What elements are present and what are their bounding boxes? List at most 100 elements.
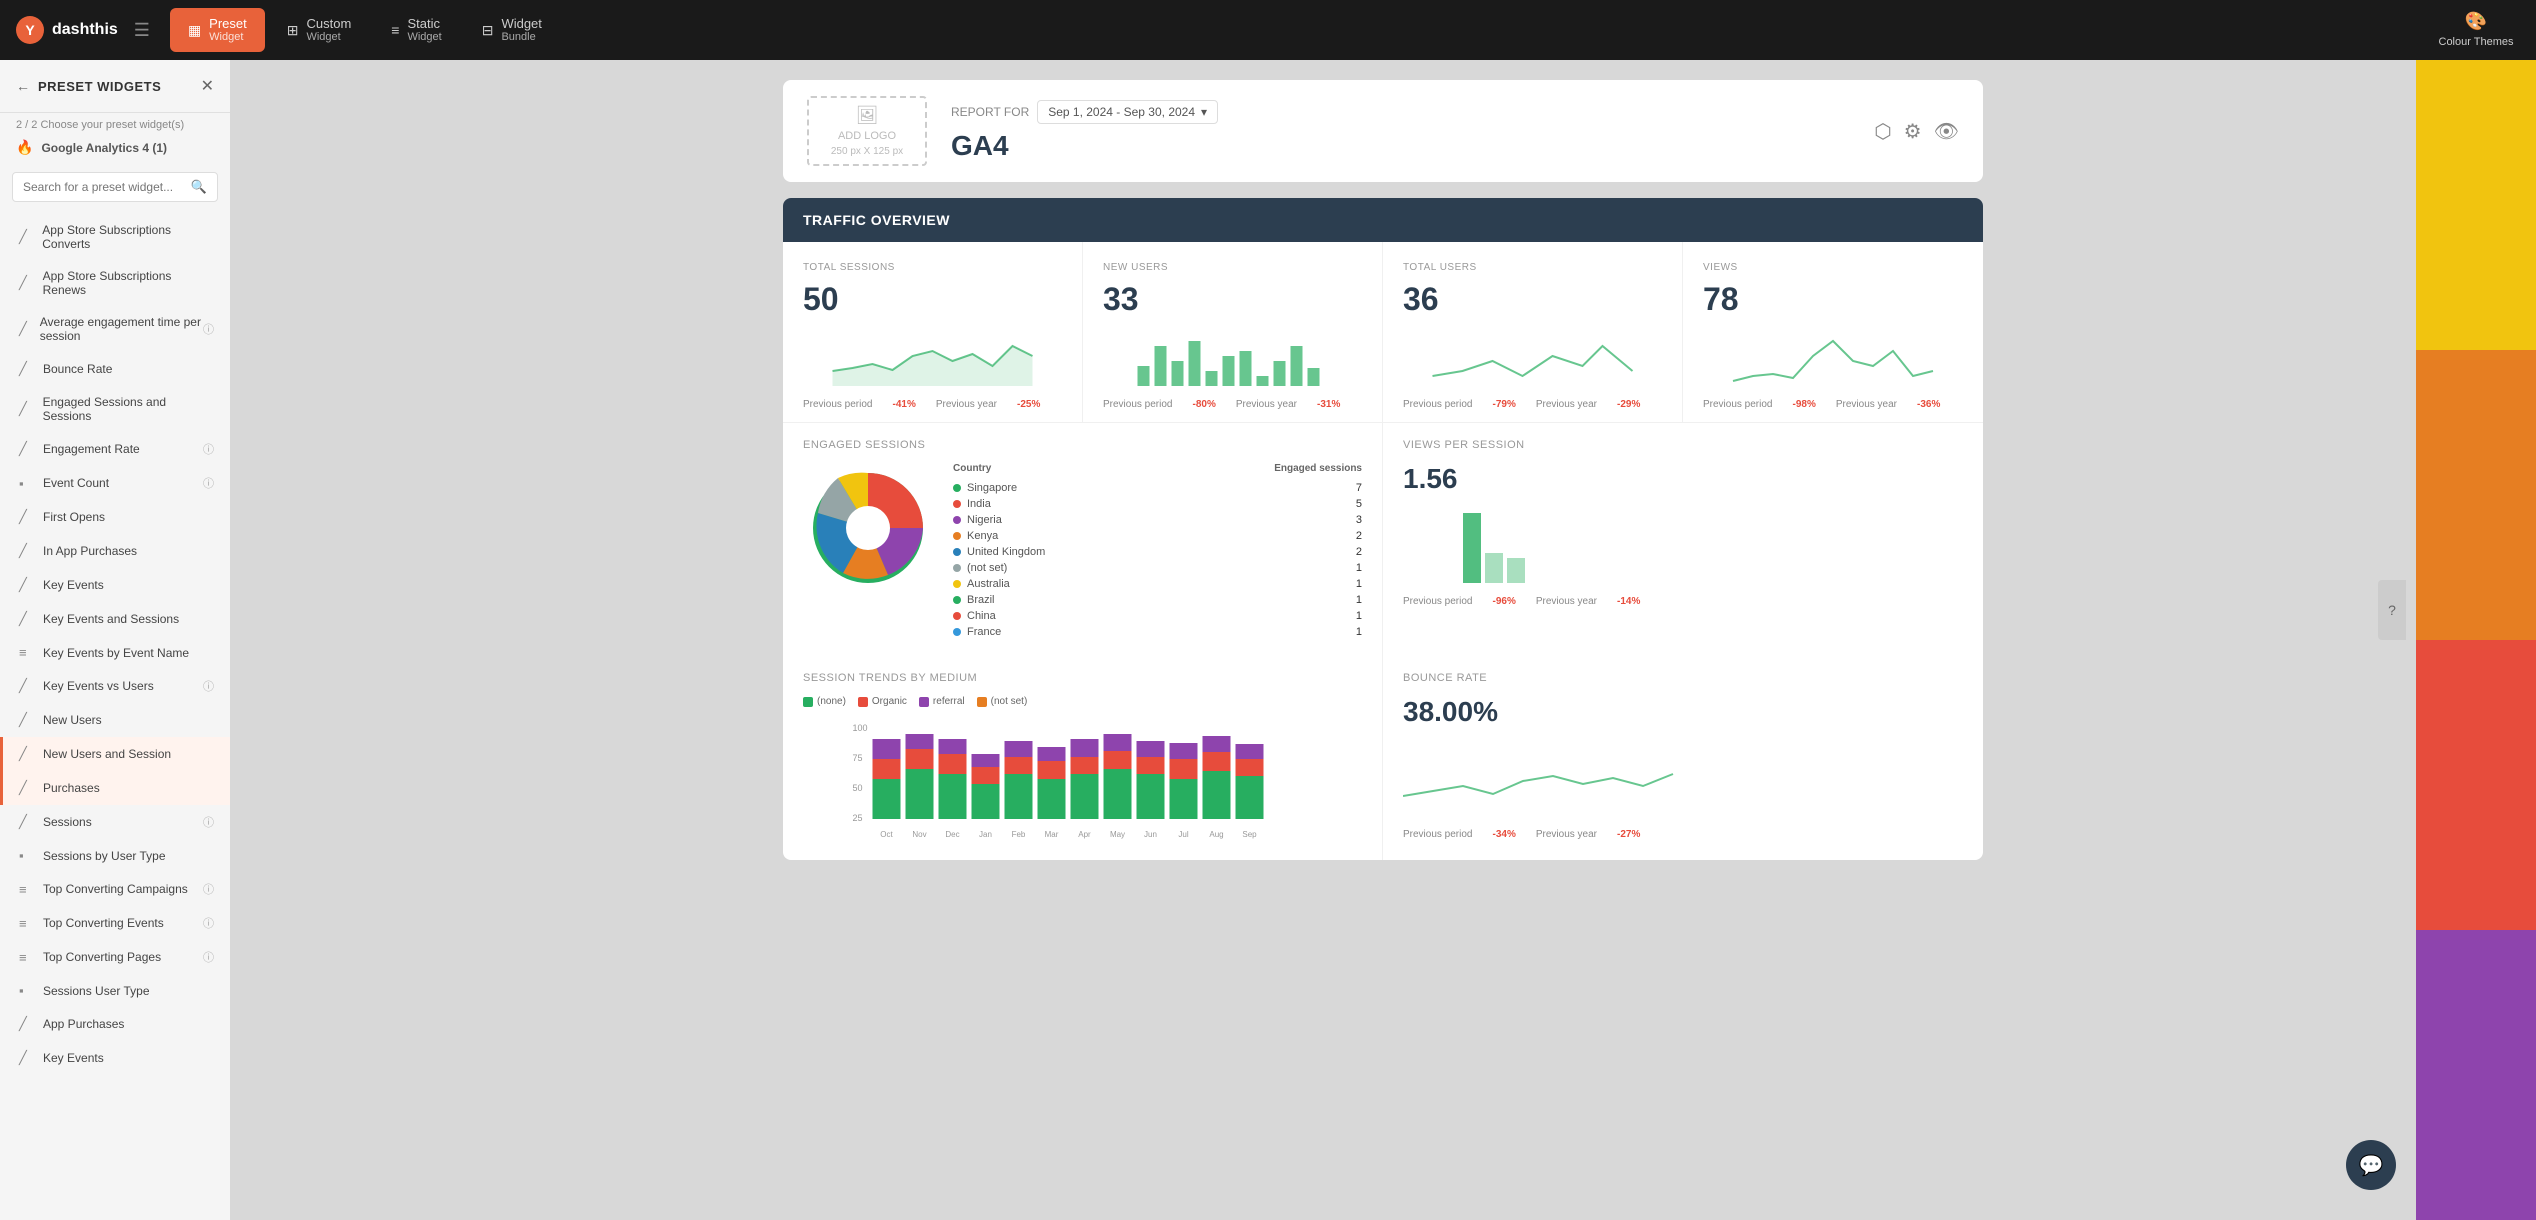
legend-uk: United Kingdom 2 xyxy=(953,544,1362,560)
help-button[interactable]: ? xyxy=(2378,580,2406,640)
sidebar-item-key-events-vs-users[interactable]: ╱Key Events vs Users ⓘ xyxy=(0,669,230,703)
legend-australia: Australia 1 xyxy=(953,576,1362,592)
static-tab-label: Static Widget xyxy=(407,16,441,45)
sidebar-item-engaged-sessions[interactable]: ╱Engaged Sessions and Sessions xyxy=(0,386,230,432)
country-col-label: Country xyxy=(953,463,991,474)
prev-year-change: -29% xyxy=(1617,399,1640,410)
line-chart-icon: ╱ xyxy=(19,543,35,559)
sidebar-item-sessions-user-type-2[interactable]: ▪Sessions User Type xyxy=(0,974,230,1007)
metric-value: 33 xyxy=(1103,281,1362,318)
prev-period-change: -80% xyxy=(1192,399,1215,410)
sidebar-item-key-events-2[interactable]: ╱Key Events xyxy=(0,1041,230,1075)
sidebar-item-top-converting-campaigns[interactable]: ≡Top Converting Campaigns ⓘ xyxy=(0,872,230,906)
colour-themes-button[interactable]: 🎨 Colour Themes xyxy=(2416,0,2536,60)
svg-text:Aug: Aug xyxy=(1209,830,1223,839)
settings-icon[interactable]: ⚙ xyxy=(1904,119,1922,144)
info-icon[interactable]: ⓘ xyxy=(203,678,214,694)
bar-chart-icon: ▪ xyxy=(19,848,35,863)
sidebar-item-sessions[interactable]: ╱Sessions ⓘ xyxy=(0,805,230,839)
svg-text:Jan: Jan xyxy=(979,830,992,839)
legend-france: France 1 xyxy=(953,624,1362,640)
sidebar-item-top-converting-events[interactable]: ≡Top Converting Events ⓘ xyxy=(0,906,230,940)
chat-widget-button[interactable]: 💬 xyxy=(2346,1140,2396,1190)
sessions-sparkline xyxy=(803,326,1062,386)
menu-icon[interactable]: ☰ xyxy=(134,20,150,41)
bounce-prev-change: -34% xyxy=(1492,829,1515,840)
tab-custom-widget[interactable]: ⊞ Custom Widget xyxy=(269,8,370,53)
sidebar-item-app-purchases[interactable]: ╱App Purchases xyxy=(0,1007,230,1041)
session-trends-chart: 100 75 50 25 Oct xyxy=(803,719,1362,839)
sidebar-back-button[interactable]: ← xyxy=(16,78,30,94)
eye-icon[interactable]: 👁 xyxy=(1934,119,1959,144)
bounce-rate-title: BOUNCE RATE xyxy=(1403,672,1963,684)
sidebar-item-new-users-session[interactable]: ╱New Users and Session xyxy=(0,737,230,771)
metric-value: 36 xyxy=(1403,281,1662,318)
info-icon[interactable]: ⓘ xyxy=(203,321,214,337)
sidebar-ga-label: Google Analytics 4 (1) xyxy=(41,141,167,155)
sidebar-item-key-events[interactable]: ╱Key Events xyxy=(0,568,230,602)
vps-comparison: Previous period -96% Previous year -14% xyxy=(1403,596,1963,607)
sidebar-item-app-store-renews[interactable]: ╱App Store Subscriptions Renews xyxy=(0,260,230,306)
info-icon[interactable]: ⓘ xyxy=(203,441,214,457)
svg-text:Mar: Mar xyxy=(1045,830,1059,839)
svg-text:Dec: Dec xyxy=(945,830,959,839)
prev-period-label: Previous period xyxy=(1703,399,1772,410)
info-icon[interactable]: ⓘ xyxy=(203,949,214,965)
sessions-col-label: Engaged sessions xyxy=(1274,463,1362,474)
prev-period-label: Previous period xyxy=(1103,399,1172,410)
date-range-value: Sep 1, 2024 - Sep 30, 2024 xyxy=(1048,105,1195,119)
tab-widget-bundle[interactable]: ⊟ Widget Bundle xyxy=(464,8,560,53)
sidebar-item-new-users[interactable]: ╱New Users xyxy=(0,703,230,737)
legend-nigeria: Nigeria 3 xyxy=(953,512,1362,528)
sidebar-item-top-converting-pages[interactable]: ≡Top Converting Pages ⓘ xyxy=(0,940,230,974)
search-input[interactable] xyxy=(23,180,191,194)
logo-upload-area[interactable]: 🖼 ADD LOGO 250 px X 125 px xyxy=(807,96,927,166)
stripe-yellow xyxy=(2416,60,2536,350)
bundle-icon: ⊟ xyxy=(482,22,494,39)
info-icon[interactable]: ⓘ xyxy=(203,881,214,897)
sidebar-item-app-store-converts[interactable]: ╱App Store Subscriptions Converts xyxy=(0,214,230,260)
line-chart-icon: ╱ xyxy=(19,712,35,728)
share-icon[interactable]: ⬡ xyxy=(1874,119,1891,144)
line-chart-icon: ╱ xyxy=(19,1050,35,1066)
tab-static-widget[interactable]: ≡ Static Widget xyxy=(373,8,459,53)
sidebar-item-key-events-event-name[interactable]: ≡Key Events by Event Name xyxy=(0,636,230,669)
info-icon[interactable]: ⓘ xyxy=(203,814,214,830)
sidebar-item-bounce-rate[interactable]: ╱Bounce Rate xyxy=(0,352,230,386)
legend-brazil: Brazil 1 xyxy=(953,592,1362,608)
image-icon: 🖼 xyxy=(856,105,879,126)
sidebar-close-button[interactable]: ✕ xyxy=(201,76,214,96)
legend-dot-organic xyxy=(858,697,868,707)
sidebar-item-in-app-purchases[interactable]: ╱In App Purchases xyxy=(0,534,230,568)
sidebar-item-key-events-sessions[interactable]: ╱Key Events and Sessions xyxy=(0,602,230,636)
vps-title: VIEWS PER SESSION xyxy=(1403,439,1963,451)
dashboard-content: 🖼 ADD LOGO 250 px X 125 px REPORT FOR Se… xyxy=(783,80,1983,860)
info-icon[interactable]: ⓘ xyxy=(203,475,214,491)
table-icon: ≡ xyxy=(19,645,35,660)
bounce-rate-sparkline xyxy=(1403,736,1683,816)
session-trends-panel: SESSION TRENDS BY MEDIUM (none) Organic xyxy=(783,656,1383,860)
sidebar-item-avg-engagement[interactable]: ╱Average engagement time per session ⓘ xyxy=(0,306,230,352)
info-icon[interactable]: ⓘ xyxy=(203,915,214,931)
total-users-sparkline xyxy=(1403,326,1662,386)
sidebar-ga-header: 🔥 Google Analytics 4 (1) xyxy=(0,131,230,164)
date-range-picker[interactable]: Sep 1, 2024 - Sep 30, 2024 ▾ xyxy=(1037,100,1218,124)
metric-label: TOTAL USERS xyxy=(1403,262,1662,273)
sidebar-item-purchases[interactable]: ╱Purchases xyxy=(0,771,230,805)
metric-label: TOTAL SESSIONS xyxy=(803,262,1062,273)
sidebar-item-event-count[interactable]: ▪Event Count ⓘ xyxy=(0,466,230,500)
sidebar-search-box[interactable]: 🔍 xyxy=(12,172,218,202)
palette-icon: 🎨 xyxy=(2465,11,2487,32)
sidebar-item-sessions-user-type[interactable]: ▪Sessions by User Type xyxy=(0,839,230,872)
tab-preset-widget[interactable]: ▦ Preset Widget xyxy=(170,8,265,53)
colour-themes-label: Colour Themes xyxy=(2439,36,2514,49)
legend-kenya: Kenya 2 xyxy=(953,528,1362,544)
app-logo[interactable]: Y dashthis xyxy=(16,16,118,44)
line-chart-icon: ╱ xyxy=(19,441,35,457)
bar-chart-icon: ▪ xyxy=(19,476,35,491)
bar-chart-icon: ▪ xyxy=(19,983,35,998)
svg-text:May: May xyxy=(1110,830,1125,839)
sidebar-item-engagement-rate[interactable]: ╱Engagement Rate ⓘ xyxy=(0,432,230,466)
sidebar-item-first-opens[interactable]: ╱First Opens xyxy=(0,500,230,534)
metric-total-users: TOTAL USERS 36 Previous period -79% Prev… xyxy=(1383,242,1683,423)
